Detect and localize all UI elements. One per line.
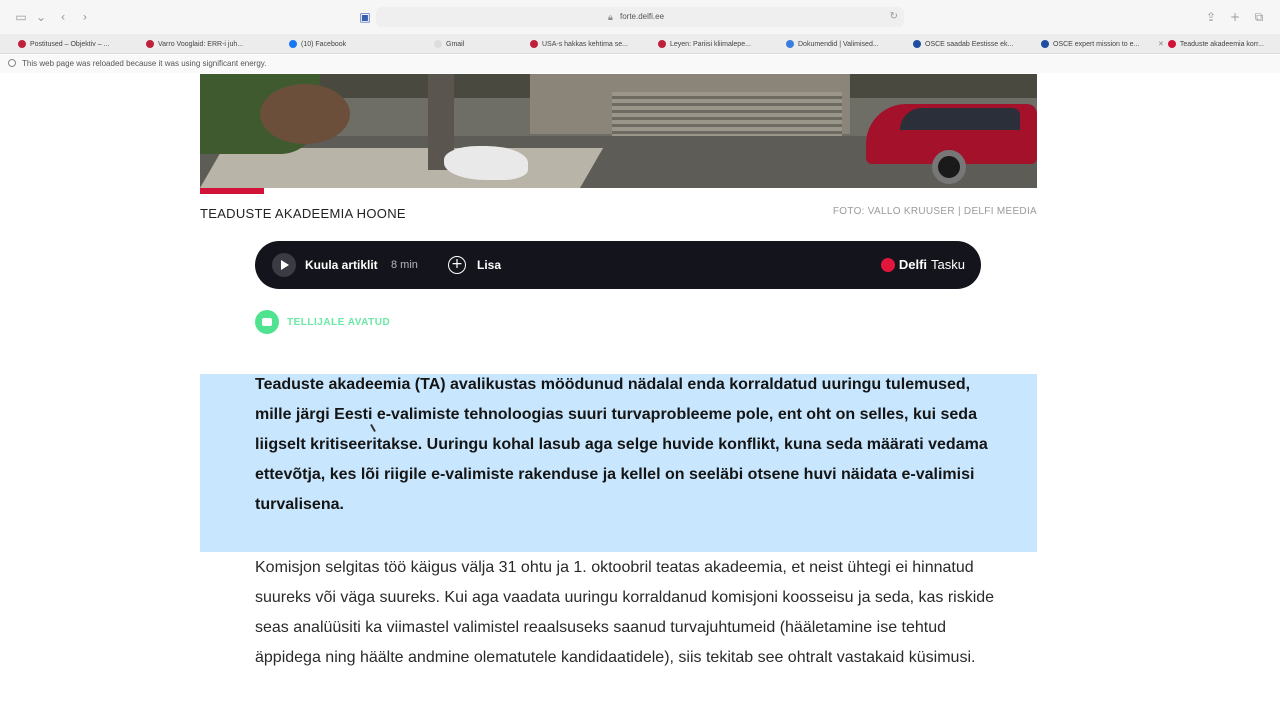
favicon (530, 40, 538, 48)
favicon (913, 40, 921, 48)
image-progress-bar (200, 188, 264, 194)
tab-title: Varro Vooglaid: ERR-i juh... (158, 40, 244, 48)
tab-6[interactable]: Leyen: Pariisi kliimalepe... (658, 38, 762, 50)
brand-name-bold: Delfi (898, 257, 928, 272)
tab-title: (10) Facebook (301, 40, 347, 48)
sidebar-icon[interactable]: ▭ (12, 8, 30, 26)
address-bar[interactable]: 🔒︎ forte.delfi.ee ↻ (376, 7, 904, 27)
tab-7[interactable]: Dokumendid | Valimised... (786, 38, 890, 50)
tab-title: OSCE saadab Eestisse ek... (925, 40, 1014, 48)
tab-title: Teaduste akadeemia korr... (1179, 40, 1264, 48)
favicon (146, 40, 154, 48)
tab-8[interactable]: OSCE saadab Eestisse ek... (913, 38, 1021, 50)
tab-2[interactable]: Varro Vooglaid: ERR-i juh... (146, 38, 254, 50)
new-tab-icon[interactable]: + (1226, 8, 1244, 26)
tab-9[interactable]: OSCE expert mission to e... (1041, 38, 1149, 50)
play-icon[interactable] (272, 253, 296, 277)
lock-icon: 🔒︎ (608, 12, 613, 22)
brand-name-light: Tasku (931, 257, 965, 272)
image-credit: FOTO: VALLO KRUUSER | DELFI MEEDIA (832, 206, 1037, 217)
energy-notice-bar: This web page was reloaded because it wa… (0, 55, 1280, 73)
badge-label: TELLIJALE AVATUD (287, 316, 391, 328)
tab-4[interactable]: Gmail (434, 38, 524, 50)
back-icon[interactable]: ‹ (54, 8, 72, 26)
info-icon (8, 59, 16, 67)
tab-bar: Postitused – Objektiv – ... Varro Voogla… (0, 34, 1280, 54)
favicon (1041, 40, 1049, 48)
tab-title: Leyen: Pariisi kliimalepe... (670, 40, 751, 48)
tab-title: Postitused – Objektiv – ... (30, 40, 110, 48)
gmail-icon (434, 40, 442, 48)
tab-3[interactable]: (10) Facebook (289, 38, 399, 50)
tab-10-active[interactable]: ✕ Teaduste akadeemia korr... (1158, 38, 1278, 50)
listen-duration: 8 min (391, 259, 418, 271)
add-icon[interactable]: + (448, 256, 466, 274)
article-lead: Teaduste akadeemia (TA) avalikustas mööd… (255, 376, 988, 513)
forward-icon[interactable]: › (76, 8, 94, 26)
favicon (1167, 40, 1176, 48)
add-button[interactable]: Lisa (477, 258, 501, 272)
tab-title: Dokumendid | Valimised... (798, 40, 879, 48)
favicon (658, 40, 666, 48)
delfi-logo-icon (880, 257, 895, 272)
tab-title: Gmail (446, 40, 465, 48)
share-icon[interactable]: ⇪ (1202, 8, 1220, 26)
tab-title: OSCE expert mission to e... (1053, 40, 1140, 48)
url-text: forte.delfi.ee (620, 12, 665, 21)
favicon (18, 40, 26, 48)
tab-5[interactable]: USA-s hakkas kehtima se... (530, 38, 636, 50)
delfi-tasku-logo[interactable]: Delfi Tasku (880, 257, 965, 272)
article-hero-image (200, 74, 1037, 188)
article-body-paragraph: Komisjon selgitas töö käigus välja 31 oh… (255, 559, 995, 666)
facebook-icon (289, 40, 297, 48)
extension-icon[interactable]: ▣ (356, 8, 374, 26)
tab-title: USA-s hakkas kehtima se... (542, 40, 628, 48)
image-caption: TEADUSTE AKADEEMIA HOONE (200, 206, 406, 221)
listen-article-button[interactable]: Kuula artiklit (305, 258, 378, 272)
notice-text: This web page was reloaded because it wa… (22, 59, 267, 68)
close-icon[interactable]: ✕ (1158, 40, 1164, 48)
chevron-down-icon[interactable]: ⌄ (32, 8, 50, 26)
tab-overview-icon[interactable]: ⧉ (1250, 8, 1268, 26)
browser-toolbar: ▭ ⌄ ‹ › ▣ 🔒︎ forte.delfi.ee ↻ ⇪ + ⧉ (0, 0, 1280, 34)
subscriber-badge: TELLIJALE AVATUD (255, 310, 390, 334)
reload-icon[interactable]: ↻ (890, 10, 898, 24)
tab-1[interactable]: Postitused – Objektiv – ... (18, 38, 136, 50)
audio-player-bar: Kuula artiklit 8 min + Lisa Delfi Tasku (255, 241, 981, 289)
gift-icon (255, 310, 279, 334)
favicon (786, 40, 794, 48)
